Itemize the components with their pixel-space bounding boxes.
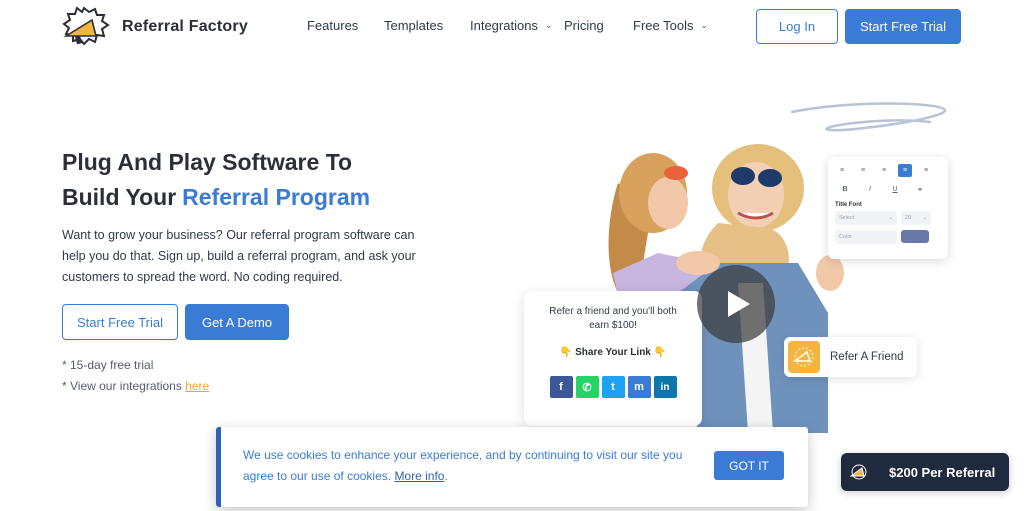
nav-label: Integrations [470,18,538,33]
social-buttons: f ✆ t m in [524,376,702,398]
hero-start-trial-button[interactable]: Start Free Trial [62,304,178,340]
hero-title-prefix: Build Your [62,184,177,210]
nav-label: Free Tools [633,18,694,33]
cookie-banner: We use cookies to enhance your experienc… [216,427,808,507]
hero-description: Want to grow your business? Our referral… [62,228,416,284]
hero-title: Plug And Play Software To Build Your Refe… [62,145,370,215]
font-select[interactable]: Select ⌄ [835,211,897,225]
whatsapp-icon[interactable]: ✆ [575,376,599,398]
color-row: Color [835,230,941,244]
bold-button[interactable]: B [838,183,852,196]
underline-button[interactable]: U [888,183,902,196]
facebook-icon[interactable]: f [549,376,573,398]
align-right-icon[interactable]: ≡ [919,164,933,177]
twitter-icon[interactable]: t [601,376,625,398]
megaphone-icon [788,341,820,373]
integrations-link[interactable]: here [185,379,209,393]
alignment-toolbar: ≡ ≡ ≡ ≡ ≡ [835,164,941,177]
refer-friend-label: Refer A Friend [830,351,904,363]
messenger-icon[interactable]: m [627,376,651,398]
link-icon[interactable]: ⚭ [913,183,927,196]
hero-title-accent: Referral Program [182,184,371,210]
nav-label: Features [307,18,359,33]
share-card-text: Refer a friend and you'll both earn $100… [549,306,677,331]
align-justify-icon[interactable]: ≡ [856,164,870,177]
cookie-text: We use cookies to enhance your experienc… [243,448,683,483]
chevron-down-icon: ⌄ [888,215,893,221]
linkedin-icon[interactable]: in [653,376,677,398]
start-free-trial-button[interactable]: Start Free Trial [845,9,961,44]
chevron-down-icon: ⌄ [700,20,709,30]
title-font-label: Title Font [835,202,862,208]
brand-logo[interactable]: Referral Factory [62,6,248,48]
size-select[interactable]: 20 ⌄ [901,211,931,225]
badge-label: $200 Per Referral [889,464,996,480]
cookie-message: We use cookies to enhance your experienc… [243,448,683,483]
play-icon [727,291,750,317]
share-link-label: 👇 Share Your Link 👇 [559,347,667,358]
integrations-note-text: * View our integrations [62,379,182,393]
align-center-icon[interactable]: ≡ [898,164,912,177]
nav-label: Pricing [564,18,604,33]
integrations-note: * View our integrations here [62,379,209,393]
hero-title-line2: Build Your Referral Program [62,180,370,215]
refer-friend-card[interactable]: Refer A Friend [784,337,917,377]
brand-name: Referral Factory [122,18,248,35]
align-left-alt-icon[interactable]: ≡ [877,164,891,177]
color-swatch[interactable] [901,230,929,243]
chevron-down-icon: ⌄ [922,215,927,221]
color-field[interactable]: Color [835,230,897,244]
size-select-value: 20 [905,215,912,221]
font-row: Select ⌄ 20 ⌄ [835,211,941,225]
nav-pricing[interactable]: Pricing [564,18,633,33]
italic-button[interactable]: I [863,183,877,196]
chevron-down-icon: ⌄ [544,20,553,30]
more-info-link[interactable]: More info [394,469,444,483]
nav-templates[interactable]: Templates [384,18,470,33]
get-demo-button[interactable]: Get A Demo [185,304,289,340]
trial-note: * 15-day free trial [62,358,154,372]
hero-title-line1: Plug And Play Software To [62,149,353,175]
share-card: Refer a friend and you'll both earn $100… [524,291,702,426]
nav-label: Templates [384,18,444,33]
main-nav: Features Templates Integrations ⌄ Pricing… [307,18,708,33]
referral-reward-badge[interactable]: $200 Per Referral [841,453,1009,491]
cookie-accept-button[interactable]: GOT IT [714,451,784,480]
video-play-button[interactable] [697,265,775,343]
swoosh-decoration [790,102,947,132]
align-left-icon[interactable]: ≡ [835,164,849,177]
megaphone-logo-icon [62,6,110,46]
login-button[interactable]: Log In [756,9,838,44]
nav-features[interactable]: Features [307,18,384,33]
megaphone-badge-icon [841,464,877,480]
nav-free-tools[interactable]: Free Tools ⌄ [633,18,708,33]
color-field-label: Color [839,234,853,240]
font-select-value: Select [839,215,855,221]
nav-integrations[interactable]: Integrations ⌄ [470,18,564,33]
format-toolbar: B I U ⚭ [835,183,941,196]
style-editor-panel: ≡ ≡ ≡ ≡ ≡ B I U ⚭ Title Font Select ⌄ 20 ⌄… [828,157,948,259]
